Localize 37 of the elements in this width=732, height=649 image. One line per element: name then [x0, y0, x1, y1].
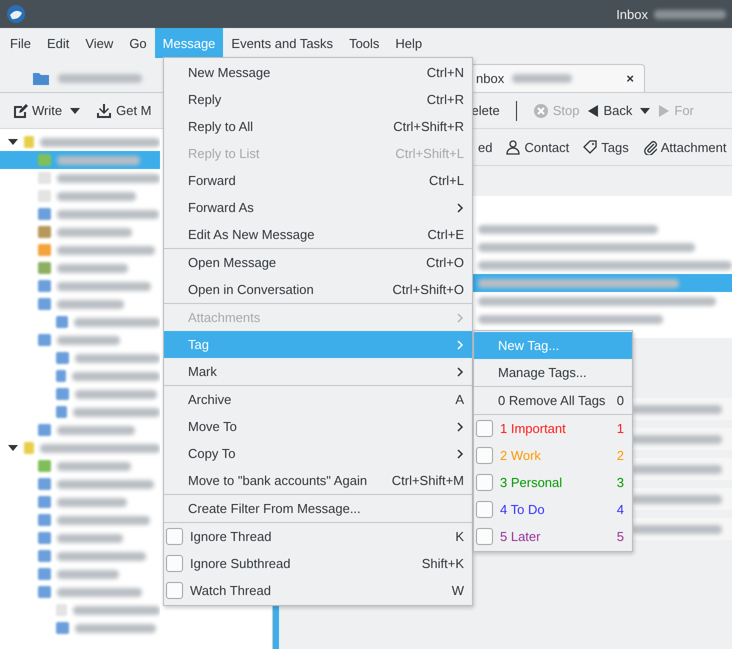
menu-item[interactable]: 5 Later 5: [474, 523, 632, 550]
filter-button[interactable]: Contact: [506, 140, 570, 154]
menu-item[interactable]: Create Filter From Message...: [164, 495, 472, 522]
menu-item[interactable]: Watch Thread W: [164, 577, 472, 604]
toolbar-button[interactable]: Write: [8, 102, 66, 118]
toolbar-button[interactable]: Back: [583, 103, 636, 118]
menu-bar-item[interactable]: Edit: [38, 28, 78, 58]
close-icon[interactable]: ×: [626, 71, 634, 86]
window-title: Inbox: [616, 6, 648, 22]
menu-bar-item[interactable]: View: [77, 28, 122, 58]
menu-item[interactable]: Forward Ctrl+L: [164, 167, 472, 194]
menu-item[interactable]: Ignore Thread K: [164, 523, 472, 550]
menu-item[interactable]: Mark: [164, 358, 472, 385]
menu-item[interactable]: 4 To Do 4: [474, 496, 632, 523]
tab-label: nbox: [476, 71, 504, 86]
menu-item[interactable]: Copy To: [164, 440, 472, 467]
menu-bar-item[interactable]: File: [2, 28, 39, 58]
filter-button[interactable]: Tags: [583, 140, 629, 154]
menu-item[interactable]: Move To: [164, 413, 472, 440]
menu-item[interactable]: Move to "bank accounts" Again Ctrl+Shift+M: [164, 467, 472, 494]
menu-bar-item[interactable]: Help: [387, 28, 430, 58]
menu-item[interactable]: Ignore Subthread Shift+K: [164, 550, 472, 577]
toolbar-button[interactable]: Get M: [92, 102, 156, 118]
filter-button[interactable]: Attachment: [642, 140, 727, 154]
menu-bar-item[interactable]: Events and Tasks: [223, 28, 342, 58]
menu-item[interactable]: Forward As: [164, 194, 472, 221]
menu-item[interactable]: Edit As New Message Ctrl+E: [164, 221, 472, 248]
menu-bar-item[interactable]: Go: [121, 28, 155, 58]
filter-button[interactable]: ed: [478, 140, 492, 154]
menu-item[interactable]: Archive A: [164, 386, 472, 413]
menu-item[interactable]: Open in Conversation Ctrl+Shift+O: [164, 276, 472, 303]
menu-item[interactable]: New Message Ctrl+N: [164, 59, 472, 86]
menu-item[interactable]: 0 Remove All Tags 0: [474, 387, 632, 414]
tab[interactable]: nbox ×: [470, 64, 645, 92]
menu-bar-item[interactable]: Tools: [341, 28, 388, 58]
menu-item[interactable]: Open Message Ctrl+O: [164, 249, 472, 276]
menu-item[interactable]: Manage Tags...: [474, 359, 632, 386]
